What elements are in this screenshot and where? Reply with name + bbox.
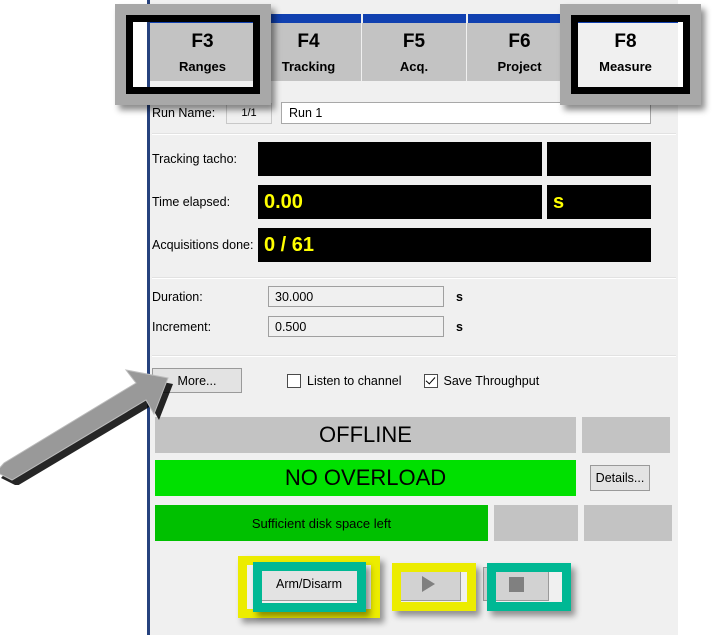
tab-ranges[interactable]: F3 Ranges	[150, 23, 256, 81]
tabbar-blue-rail	[150, 14, 678, 23]
time-elapsed-unit: s	[547, 185, 651, 219]
run-name-input[interactable]: Run 1	[281, 102, 651, 124]
disk-status-row: Sufficient disk space left	[155, 505, 672, 541]
acquisitions-done-value: 0 / 61	[258, 228, 651, 262]
listen-to-channel-checkbox[interactable]: Listen to channel	[287, 373, 402, 388]
run-counter-field[interactable]: 1/1	[226, 102, 272, 124]
options-row: More... Listen to channel Save Throughpu…	[152, 368, 676, 393]
status-connection: OFFLINE	[155, 417, 576, 453]
acquisitions-done-row: Acquisitions done: 0 / 61	[152, 228, 676, 262]
overload-status-row: NO OVERLOAD Details...	[155, 460, 650, 496]
tab-measure[interactable]: F8 Measure	[573, 23, 678, 81]
disk-status-spacer-2	[584, 505, 672, 541]
start-button[interactable]	[395, 567, 461, 601]
arm-disarm-button[interactable]: Arm/Disarm	[259, 567, 359, 601]
divider-1	[152, 133, 676, 135]
tracking-tacho-label: Tracking tacho:	[152, 152, 237, 166]
tracking-tacho-unit	[547, 142, 651, 176]
time-elapsed-label: Time elapsed:	[152, 195, 231, 209]
screenshot-root: F3 Ranges F4 Tracking F5 Acq. F6 Project…	[0, 0, 712, 635]
run-name-label: Run Name:	[152, 106, 216, 120]
tab-fkey: F8	[614, 30, 637, 52]
tab-label: Acq.	[399, 58, 429, 74]
connection-status-row: OFFLINE	[155, 417, 670, 453]
tab-project[interactable]: F6 Project	[467, 23, 573, 81]
increment-unit: s	[456, 319, 463, 334]
tab-label: Measure	[599, 58, 652, 74]
increment-label: Increment:	[152, 319, 212, 334]
status-disk: Sufficient disk space left	[155, 505, 488, 541]
tab-label: Ranges	[179, 58, 226, 74]
tab-fkey: F4	[297, 30, 320, 52]
details-button[interactable]: Details...	[590, 465, 650, 491]
checkbox-box	[423, 373, 438, 388]
tab-label: Tracking	[281, 58, 336, 74]
increment-row: Increment: 0.500 s	[152, 316, 676, 337]
more-button[interactable]: More...	[152, 368, 242, 393]
tab-acq[interactable]: F5 Acq.	[362, 23, 467, 81]
tab-label: Project	[497, 58, 542, 74]
duration-row: Duration: 30.000 s	[152, 286, 676, 307]
duration-label: Duration:	[152, 289, 203, 304]
save-throughput-checkbox[interactable]: Save Throughput	[423, 373, 540, 388]
tracking-tacho-value	[258, 142, 542, 176]
transport-button-row: Arm/Disarm	[155, 567, 549, 601]
tab-fkey: F6	[508, 30, 531, 52]
duration-input[interactable]: 30.000	[268, 286, 444, 307]
stop-square-icon	[508, 576, 524, 592]
function-key-tabbar: F3 Ranges F4 Tracking F5 Acq. F6 Project…	[150, 14, 678, 90]
checkbox-label: Save Throughput	[443, 373, 540, 388]
status-connection-spacer	[582, 417, 670, 453]
acquisitions-done-label: Acquisitions done:	[152, 238, 254, 252]
tab-fkey: F3	[191, 30, 214, 52]
checkbox-label: Listen to channel	[307, 373, 402, 388]
increment-input[interactable]: 0.500	[268, 316, 444, 337]
time-elapsed-row: Time elapsed: 0.00 s	[152, 185, 676, 219]
duration-unit: s	[456, 289, 463, 304]
time-elapsed-value: 0.00	[258, 185, 542, 219]
tab-tracking[interactable]: F4 Tracking	[256, 23, 362, 81]
stop-button[interactable]	[483, 567, 549, 601]
divider-3	[152, 355, 676, 357]
run-name-row: Run Name: 1/1 Run 1	[152, 100, 676, 126]
checkbox-box	[287, 373, 301, 388]
status-overload: NO OVERLOAD	[155, 460, 576, 496]
tracking-tacho-row: Tracking tacho:	[152, 142, 676, 176]
divider-2	[152, 277, 676, 279]
tab-fkey: F5	[402, 30, 426, 52]
play-triangle-icon	[421, 576, 435, 592]
disk-status-spacer-1	[494, 505, 578, 541]
